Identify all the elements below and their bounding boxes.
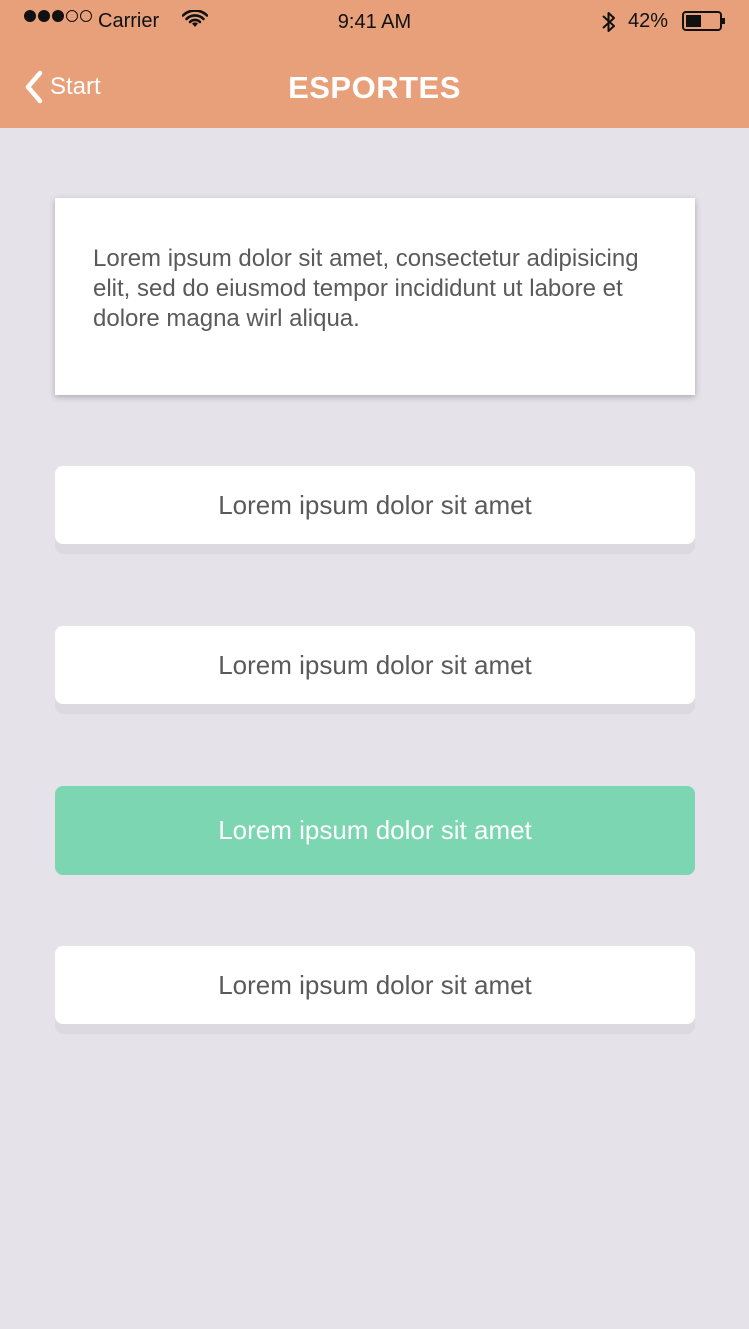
option-button-2[interactable]: Lorem ipsum dolor sit amet [55,626,695,704]
option-button-4[interactable]: Lorem ipsum dolor sit amet [55,946,695,1024]
option-label: Lorem ipsum dolor sit amet [218,649,532,680]
battery-percentage: 42% [628,10,669,32]
option-label: Lorem ipsum dolor sit amet [218,815,532,845]
battery-icon [682,11,725,31]
status-bar: Carrier 9:41 AM 42% [0,0,749,44]
description-text: Lorem ipsum dolor sit amet, consectetur … [93,245,639,332]
option-label: Lorem ipsum dolor sit amet [218,969,532,1000]
option-button-3-selected[interactable]: Lorem ipsum dolor sit amet [55,786,695,875]
navigation-bar: Start ESPORTES [0,44,749,128]
option-label: Lorem ipsum dolor sit amet [218,489,532,520]
option-button-1[interactable]: Lorem ipsum dolor sit amet [55,466,695,544]
bluetooth-icon [602,12,615,32]
page-title: ESPORTES [288,70,461,105]
header: Carrier 9:41 AM 42% Start ESPORTES [0,0,749,128]
description-card: Lorem ipsum dolor sit amet, consectetur … [55,198,695,395]
